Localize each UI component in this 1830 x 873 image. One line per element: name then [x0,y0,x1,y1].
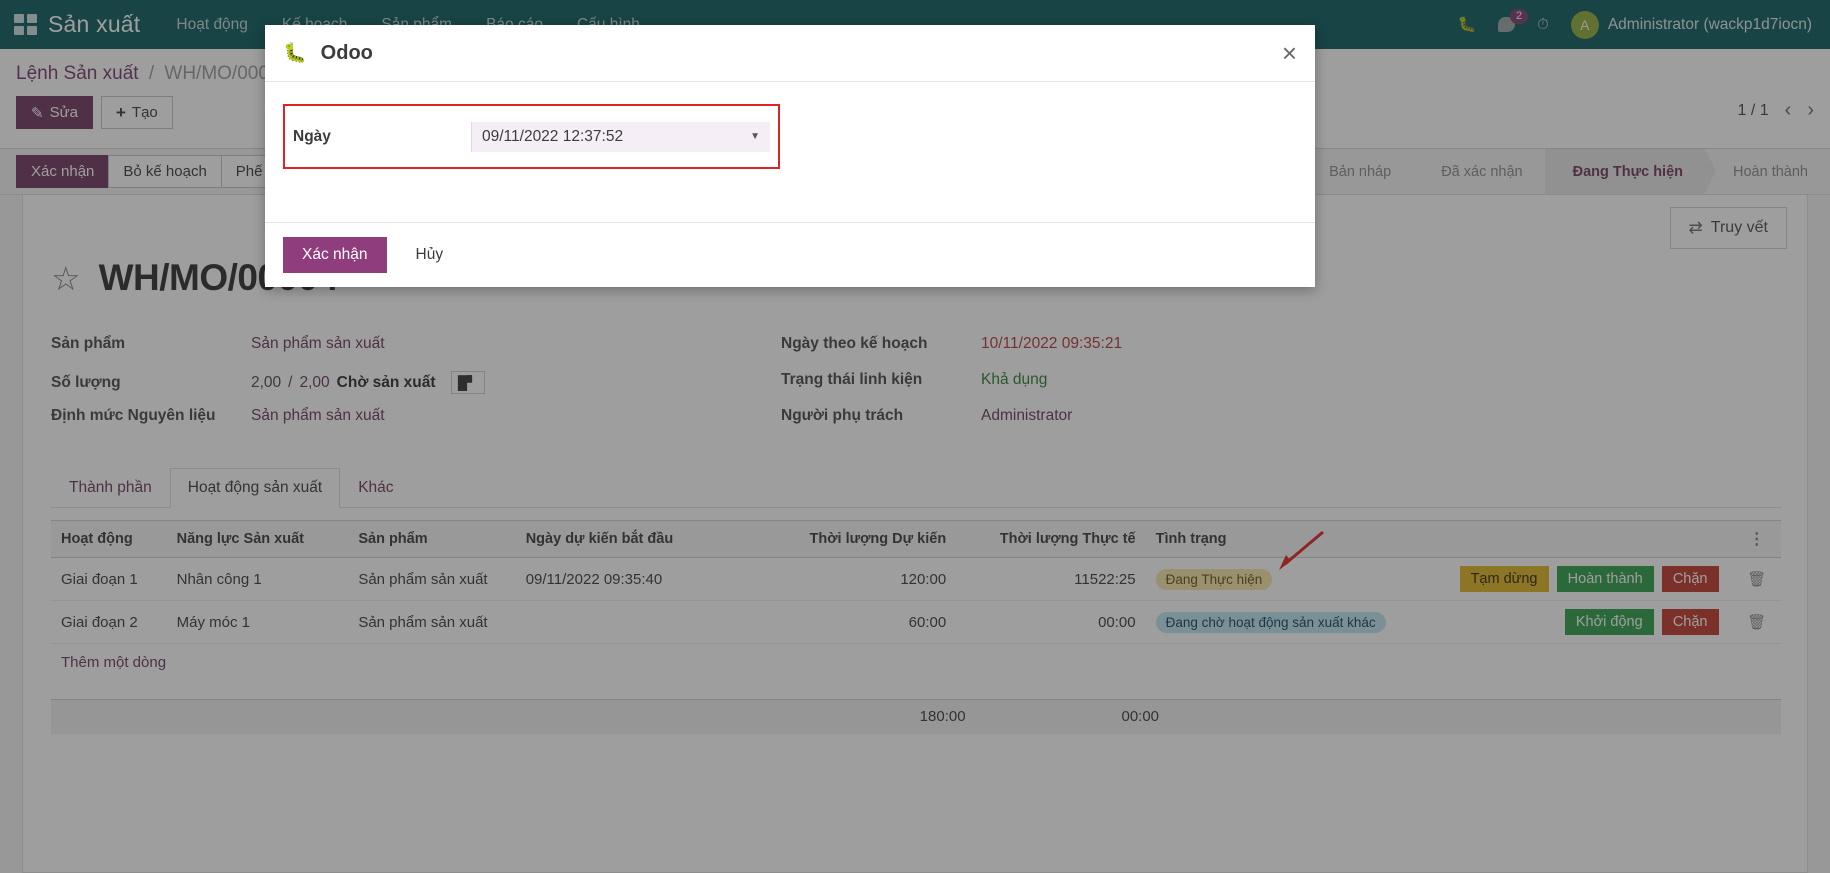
dialog-title: Odoo [321,42,373,65]
close-icon[interactable]: × [1282,40,1297,66]
dialog-confirm-button[interactable]: Xác nhận [283,237,387,273]
dialog-header: 🐛 Odoo × [265,25,1315,82]
confirm-date-dialog: 🐛 Odoo × Ngày 09/11/2022 12:37:52 ▼ Xác … [265,25,1315,287]
dialog-cancel-button[interactable]: Hủy [397,237,463,273]
caret-down-icon[interactable]: ▼ [750,131,760,142]
dialog-body: Ngày 09/11/2022 12:37:52 ▼ [265,82,1315,222]
date-field-group: Ngày 09/11/2022 12:37:52 ▼ [283,104,780,169]
date-input-value: 09/11/2022 12:37:52 [482,128,623,146]
dialog-footer: Xác nhận Hủy [265,222,1315,287]
odoo-bug-icon: 🐛 [283,44,307,63]
date-input[interactable]: 09/11/2022 12:37:52 ▼ [471,122,770,152]
date-field-label: Ngày [293,128,471,146]
